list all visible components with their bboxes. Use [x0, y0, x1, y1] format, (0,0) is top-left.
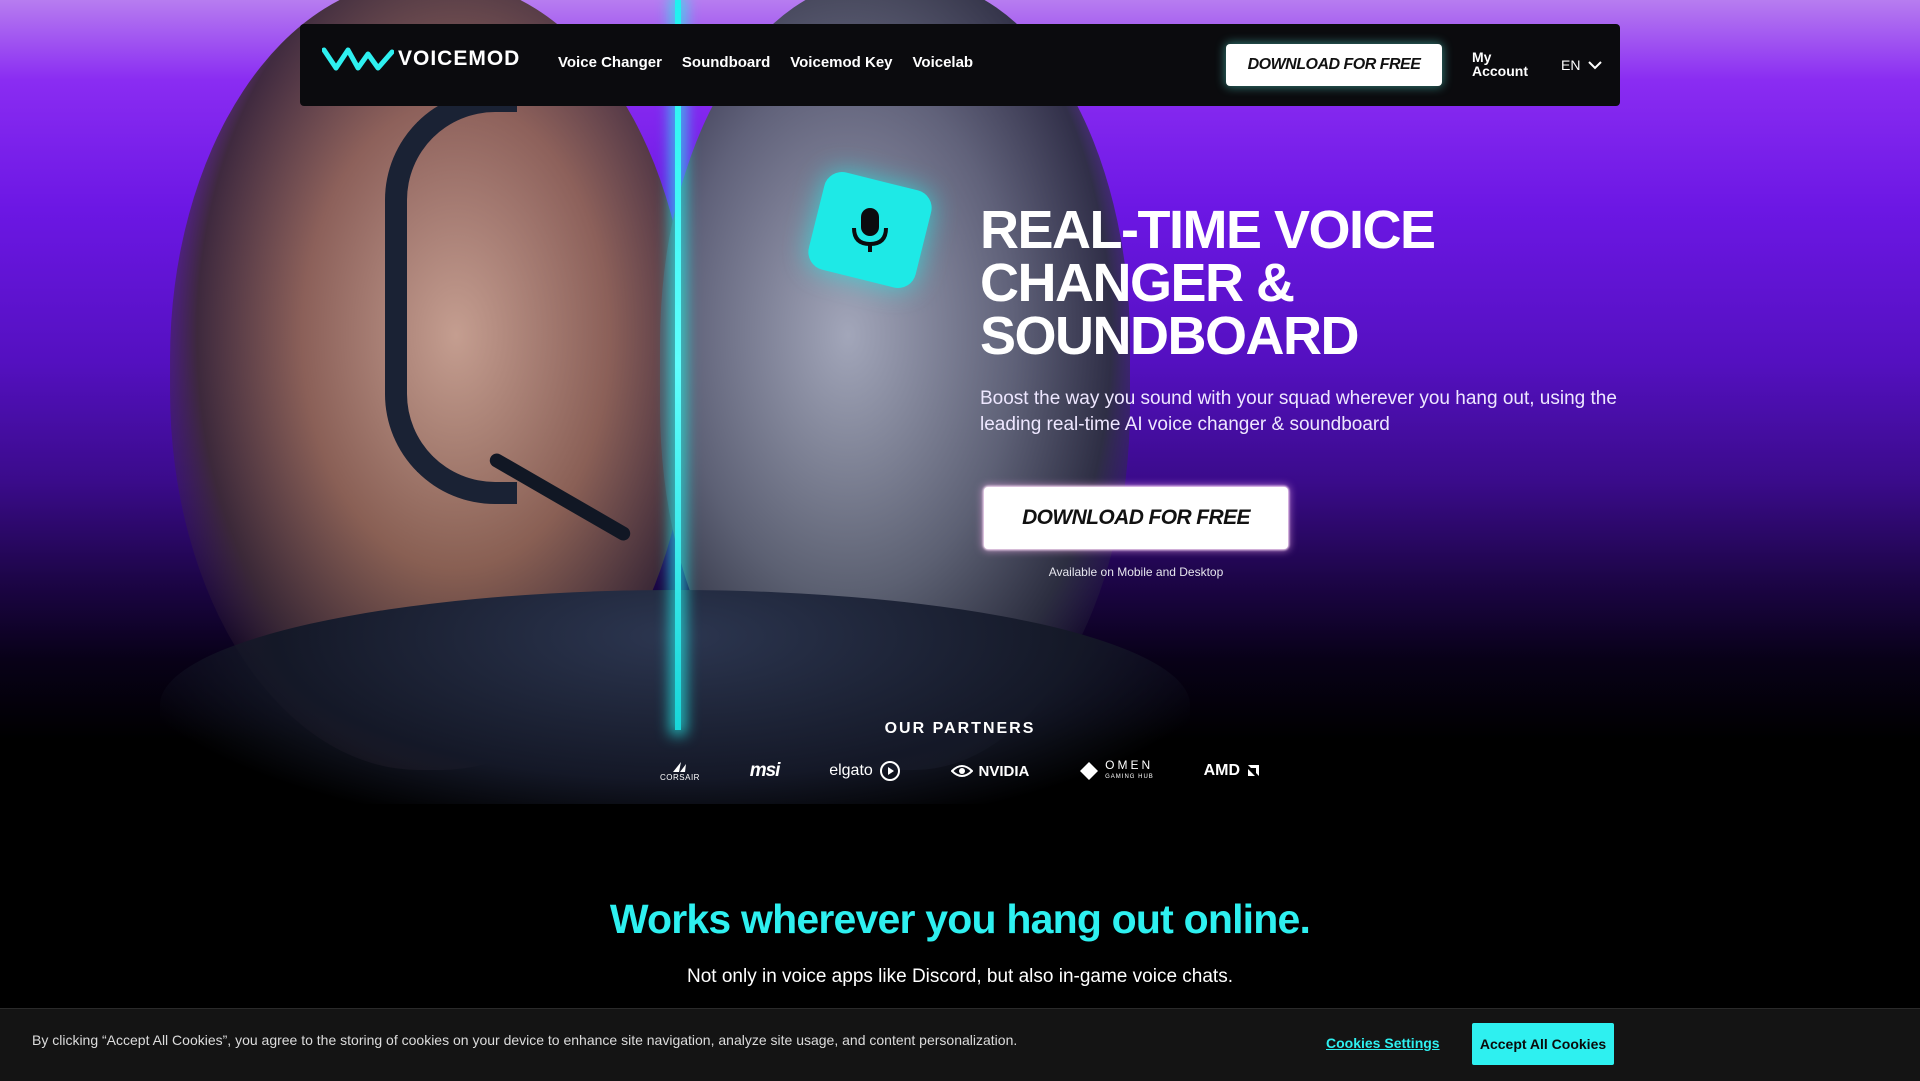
partner-logos: CORSAIR msi elgato NVIDIA OMEN GAMING HU…	[660, 756, 1260, 786]
cookie-text: By clicking “Accept All Cookies”, you ag…	[32, 1032, 1018, 1048]
amd-arrow-icon	[1248, 765, 1259, 776]
language-selector[interactable]: EN	[1561, 57, 1603, 73]
omen-diamond-icon	[1080, 762, 1099, 780]
partners-title: OUR PARTNERS	[884, 720, 1036, 737]
nav-link-voicelab[interactable]: Voicelab	[913, 54, 974, 71]
availability-note: Available on Mobile and Desktop	[1048, 565, 1224, 579]
partner-logo-omen: OMEN GAMING HUB	[1079, 759, 1154, 783]
section-subtitle: Not only in voice apps like Discord, but…	[687, 966, 1233, 987]
partner-logo-elgato: elgato	[829, 760, 901, 782]
section-title: Works wherever you hang out online.	[609, 896, 1311, 942]
corsair-sails-icon	[672, 761, 686, 772]
voicemod-logo-icon	[322, 47, 394, 71]
hero-section	[0, 0, 1920, 804]
nvidia-eye-icon	[950, 765, 973, 777]
accept-all-cookies-button[interactable]: Accept All Cookies	[1472, 1023, 1614, 1065]
partner-logo-msi: msi	[749, 760, 781, 781]
logo-text: VOICEMOD	[398, 47, 521, 70]
hero-split-line	[675, 0, 681, 730]
my-account-link[interactable]: My Account	[1472, 50, 1542, 78]
partner-logo-amd: AMD	[1204, 762, 1260, 780]
hero-title: REAL-TIME VOICE CHANGER & SOUNDBOARD	[980, 200, 1436, 366]
hero-subtitle: Boost the way you sound with your squad …	[980, 388, 1617, 435]
partner-logo-nvidia: NVIDIA	[950, 763, 1029, 780]
language-label: EN	[1561, 57, 1581, 73]
voicemod-logo[interactable]: VOICEMOD	[322, 46, 520, 72]
nav-link-soundboard[interactable]: Soundboard	[682, 54, 770, 71]
chevron-down-icon	[1588, 61, 1603, 70]
navbar: VOICEMOD Voice Changer Soundboard Voicem…	[300, 24, 1620, 106]
nav-download-button[interactable]: DOWNLOAD FOR FREE	[1226, 44, 1442, 86]
cookie-banner: By clicking “Accept All Cookies”, you ag…	[0, 1008, 1920, 1081]
hero-download-button[interactable]: DOWNLOAD FOR FREE	[984, 487, 1288, 549]
nav-link-voicemod-key[interactable]: Voicemod Key	[790, 54, 892, 71]
headset-graphic	[385, 90, 517, 504]
partner-logo-corsair: CORSAIR	[660, 761, 700, 782]
nav-links: Voice Changer Soundboard Voicemod Key Vo…	[558, 54, 973, 71]
nav-link-voice-changer[interactable]: Voice Changer	[558, 54, 662, 71]
elgato-icon	[879, 761, 900, 781]
cookies-settings-button[interactable]: Cookies Settings	[1326, 1035, 1440, 1051]
